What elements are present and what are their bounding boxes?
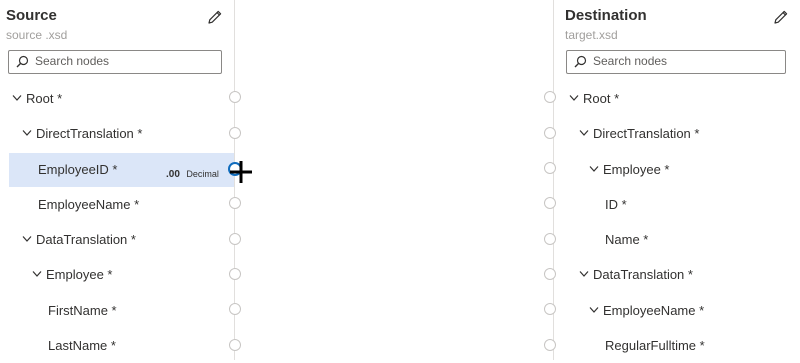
destination-handle-regularfulltime[interactable] bbox=[544, 339, 556, 351]
source-node-root[interactable]: Root * bbox=[0, 82, 234, 116]
destination-node-datatranslation[interactable]: DataTranslation * bbox=[554, 258, 800, 292]
destination-handle-employee[interactable] bbox=[544, 162, 556, 174]
source-node-label: FirstName * bbox=[48, 303, 117, 318]
destination-panel: Destination target.xsd Root * DirectTran… bbox=[554, 0, 800, 360]
source-panel: Source source .xsd Root * DirectTranslat… bbox=[0, 0, 234, 360]
source-node-employeename[interactable]: EmployeeName * bbox=[0, 188, 234, 222]
destination-handle-id[interactable] bbox=[544, 197, 556, 209]
source-edit-pencil-icon[interactable] bbox=[206, 8, 224, 26]
destination-handle-employeename[interactable] bbox=[544, 303, 556, 315]
destination-search-input[interactable] bbox=[593, 52, 779, 70]
chevron-down-icon[interactable] bbox=[579, 129, 589, 137]
chevron-down-icon[interactable] bbox=[589, 165, 599, 173]
type-label: Decimal bbox=[186, 169, 219, 179]
source-handle-employeeid[interactable] bbox=[228, 162, 242, 176]
chevron-down-icon[interactable] bbox=[32, 270, 42, 278]
source-node-lastname[interactable]: LastName * bbox=[0, 329, 234, 363]
source-node-label: EmployeeID * bbox=[38, 162, 118, 177]
search-icon bbox=[16, 55, 29, 68]
source-handle-root[interactable] bbox=[229, 91, 241, 103]
chevron-down-icon[interactable] bbox=[22, 129, 32, 137]
source-node-directtranslation[interactable]: DirectTranslation * bbox=[0, 117, 234, 151]
destination-node-id[interactable]: ID * bbox=[554, 188, 800, 222]
chevron-down-icon[interactable] bbox=[12, 94, 22, 102]
source-search-input[interactable] bbox=[35, 52, 215, 70]
destination-node-label: DataTranslation * bbox=[593, 267, 693, 282]
destination-handle-datatranslation[interactable] bbox=[544, 268, 556, 280]
destination-node-root[interactable]: Root * bbox=[554, 82, 800, 116]
source-node-label: DataTranslation * bbox=[36, 232, 136, 247]
decimal-type-icon: .00 bbox=[166, 169, 180, 180]
source-node-label: Root * bbox=[26, 91, 63, 106]
source-handle-directtranslation[interactable] bbox=[229, 127, 241, 139]
destination-title: Destination bbox=[565, 7, 647, 24]
chevron-down-icon[interactable] bbox=[579, 270, 589, 278]
destination-node-label: EmployeeName * bbox=[603, 303, 705, 318]
source-search-box[interactable] bbox=[8, 50, 222, 74]
source-handle-firstname[interactable] bbox=[229, 303, 241, 315]
source-header: Source source .xsd bbox=[6, 6, 228, 42]
destination-node-label: RegularFulltime * bbox=[605, 338, 705, 353]
destination-handle-name[interactable] bbox=[544, 233, 556, 245]
destination-header: Destination target.xsd bbox=[565, 6, 794, 42]
mapping-canvas[interactable] bbox=[235, 0, 553, 360]
destination-file-name: target.xsd bbox=[565, 28, 618, 42]
source-node-firstname[interactable]: FirstName * bbox=[0, 294, 234, 328]
source-title: Source bbox=[6, 7, 57, 24]
source-handle-datatranslation[interactable] bbox=[229, 233, 241, 245]
source-node-datatranslation[interactable]: DataTranslation * bbox=[0, 223, 234, 257]
search-icon bbox=[574, 55, 587, 68]
destination-node-label: Employee * bbox=[603, 162, 670, 177]
destination-node-regularfulltime[interactable]: RegularFulltime * bbox=[554, 329, 800, 363]
destination-node-employee[interactable]: Employee * bbox=[554, 153, 800, 187]
source-node-label: Employee * bbox=[46, 267, 113, 282]
source-node-label: LastName * bbox=[48, 338, 116, 353]
source-handle-lastname[interactable] bbox=[229, 339, 241, 351]
type-badge: .00 Decimal bbox=[166, 164, 219, 182]
chevron-down-icon[interactable] bbox=[589, 306, 599, 314]
destination-search-box[interactable] bbox=[566, 50, 786, 74]
destination-node-label: ID * bbox=[605, 197, 627, 212]
destination-node-directtranslation[interactable]: DirectTranslation * bbox=[554, 117, 800, 151]
source-node-employeeid[interactable]: EmployeeID * .00 Decimal bbox=[9, 153, 234, 187]
source-node-employee[interactable]: Employee * bbox=[0, 258, 234, 292]
destination-node-label: Name * bbox=[605, 232, 649, 247]
source-handle-employee[interactable] bbox=[229, 268, 241, 280]
destination-node-employeename[interactable]: EmployeeName * bbox=[554, 294, 800, 328]
destination-node-label: Root * bbox=[583, 91, 620, 106]
destination-handle-directtranslation[interactable] bbox=[544, 127, 556, 139]
source-handle-employeename[interactable] bbox=[229, 197, 241, 209]
destination-node-name[interactable]: Name * bbox=[554, 223, 800, 257]
source-file-name: source .xsd bbox=[6, 28, 68, 42]
destination-edit-pencil-icon[interactable] bbox=[772, 8, 790, 26]
chevron-down-icon[interactable] bbox=[22, 235, 32, 243]
destination-handle-root[interactable] bbox=[544, 91, 556, 103]
chevron-down-icon[interactable] bbox=[569, 94, 579, 102]
source-node-label: EmployeeName * bbox=[38, 197, 140, 212]
destination-node-label: DirectTranslation * bbox=[593, 126, 700, 141]
source-node-label: DirectTranslation * bbox=[36, 126, 143, 141]
